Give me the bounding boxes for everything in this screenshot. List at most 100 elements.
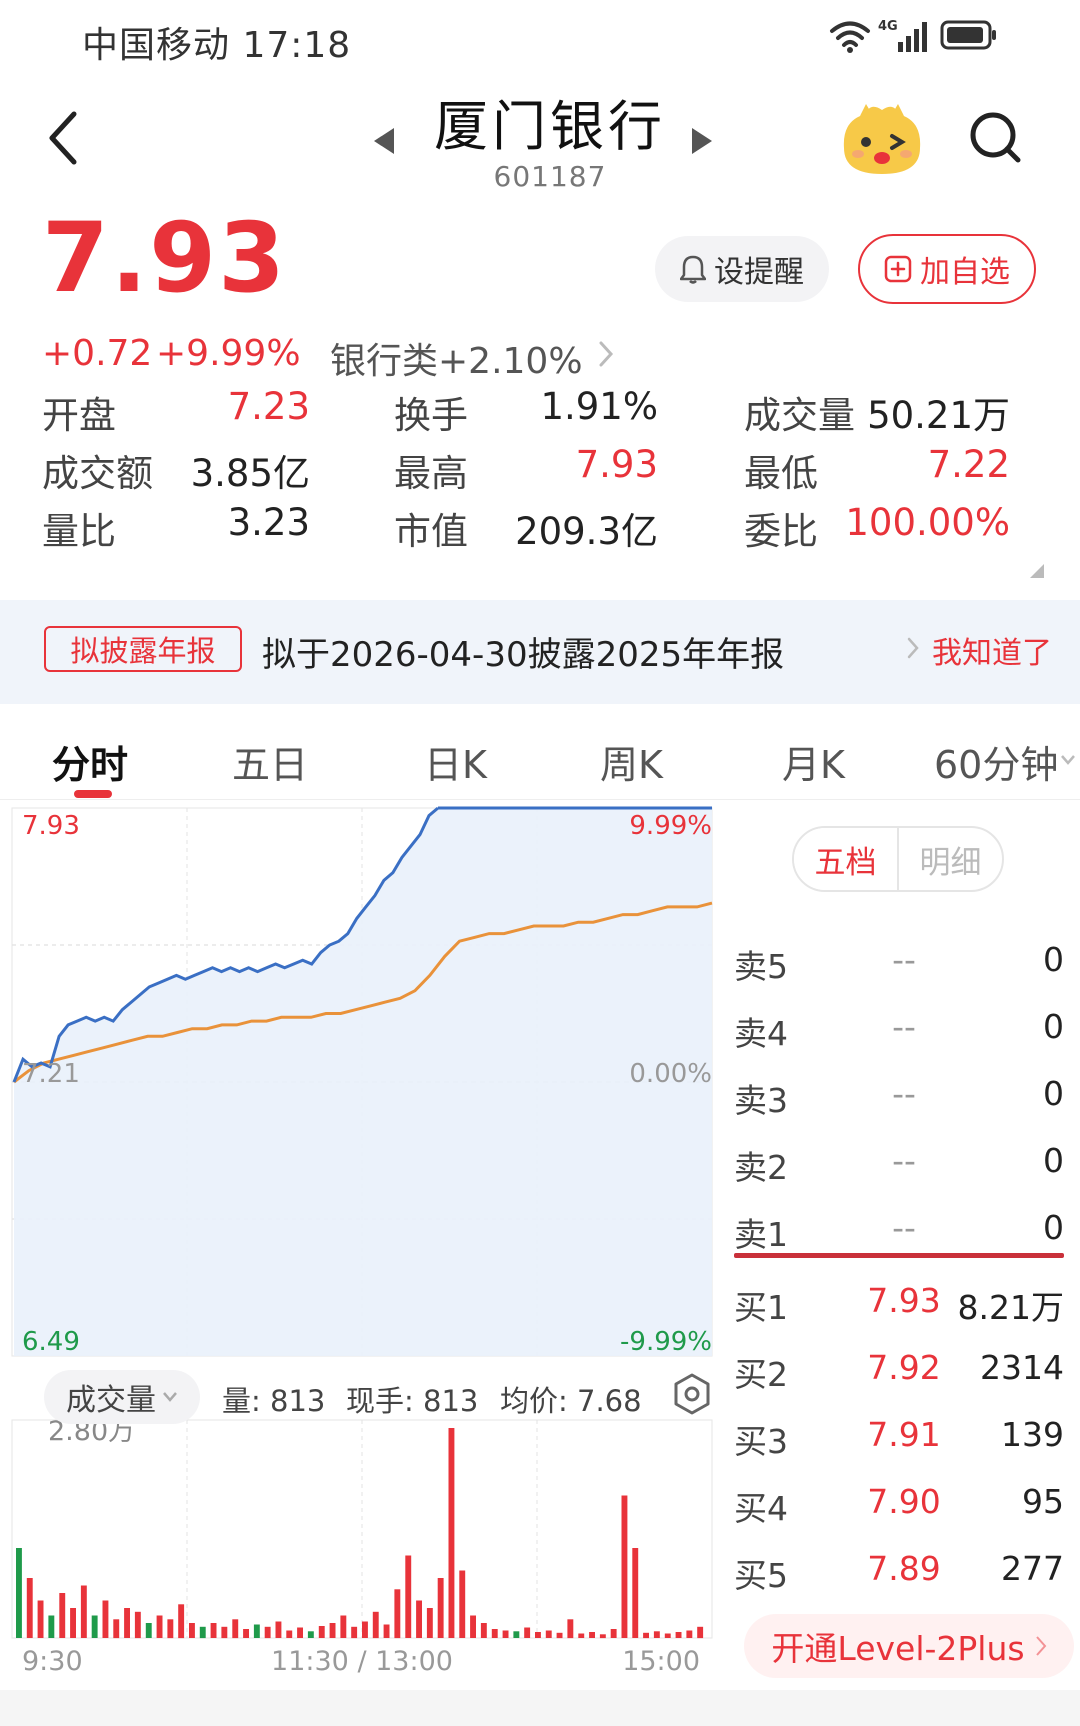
tab-weekly-k[interactable]: 周K bbox=[600, 734, 663, 789]
price-axis-bottom: 6.49 bbox=[22, 1327, 80, 1357]
bell-icon bbox=[680, 255, 706, 284]
ask-label: 卖5 bbox=[734, 947, 788, 986]
volume-bar bbox=[459, 1570, 466, 1638]
ask-volume: 0 bbox=[1043, 1141, 1064, 1180]
volume-bar bbox=[199, 1626, 206, 1639]
volume-bar bbox=[91, 1615, 98, 1638]
price-change: +0.72 bbox=[42, 333, 153, 374]
notice-dismiss-button[interactable]: 我知道了 bbox=[932, 628, 1052, 672]
bid-price: 7.90 bbox=[867, 1482, 941, 1521]
bid-volume: 95 bbox=[1022, 1482, 1064, 1521]
level2-label: 开通Level-2Plus bbox=[771, 1629, 1025, 1668]
volume-bar bbox=[545, 1630, 552, 1638]
volume-bar bbox=[232, 1619, 239, 1639]
bid-label: 买2 bbox=[734, 1355, 788, 1394]
tab-monthly-k[interactable]: 月K bbox=[782, 734, 845, 789]
tab-details[interactable]: 明细 bbox=[899, 828, 1002, 890]
order-book-divider bbox=[734, 1253, 1064, 1258]
bid-price: 7.91 bbox=[867, 1415, 941, 1454]
status-time: 17:18 bbox=[242, 25, 352, 66]
tab-daily-k[interactable]: 日K bbox=[424, 734, 487, 789]
chevron-right-icon bbox=[907, 637, 919, 659]
volume-bar bbox=[448, 1428, 455, 1638]
set-alert-button[interactable]: 设提醒 bbox=[655, 236, 829, 302]
set-alert-label: 设提醒 bbox=[714, 255, 804, 290]
mascot-icon[interactable] bbox=[836, 100, 928, 178]
settings-icon[interactable] bbox=[672, 1372, 712, 1416]
ask-row: 卖1 -- 0 bbox=[734, 1200, 1064, 1260]
bid-price: 7.89 bbox=[867, 1549, 941, 1588]
volume-bar bbox=[513, 1631, 520, 1638]
signal-icon: 4G bbox=[878, 19, 927, 52]
search-icon[interactable] bbox=[968, 110, 1024, 166]
expand-corner-icon[interactable] bbox=[1030, 564, 1044, 578]
volume-bar bbox=[329, 1623, 336, 1638]
sector-link[interactable]: 银行类+2.10% bbox=[330, 332, 583, 384]
volume-bar bbox=[178, 1604, 185, 1639]
ask-price: -- bbox=[892, 1007, 916, 1046]
stock-code: 601187 bbox=[493, 160, 607, 193]
carrier-name: 中国移动 bbox=[82, 25, 231, 66]
volume-bar bbox=[113, 1619, 120, 1639]
volume-bar bbox=[621, 1495, 628, 1638]
chart-period-tabs: 分时 五日 日K 周K 月K 60分钟 bbox=[0, 716, 1080, 800]
x-tick-open: 9:30 bbox=[22, 1646, 83, 1677]
volume-bar bbox=[383, 1624, 390, 1638]
current-price: 7.93 bbox=[42, 202, 287, 314]
volume-bar bbox=[167, 1619, 174, 1639]
volume-bar bbox=[70, 1608, 76, 1638]
bid-volume: 139 bbox=[1001, 1415, 1064, 1454]
network-type: 4G bbox=[878, 19, 898, 34]
volume-bar bbox=[318, 1626, 325, 1638]
pct-axis-bottom: -9.99% bbox=[620, 1327, 712, 1357]
intraday-chart[interactable]: 7.93 7.21 6.49 9.99% 0.00% -9.99% 2.80万 … bbox=[0, 800, 730, 1690]
add-watchlist-button[interactable]: 加自选 bbox=[858, 234, 1036, 304]
order-book-tabs: 五档 明细 bbox=[792, 826, 1004, 892]
tab-five-day[interactable]: 五日 bbox=[232, 734, 308, 789]
volume-bar bbox=[26, 1578, 33, 1638]
stat-value: 100.00% bbox=[845, 501, 1010, 544]
x-tick-midday: 11:30 / 13:00 bbox=[271, 1646, 453, 1677]
ask-label: 卖4 bbox=[734, 1014, 788, 1053]
chevron-down-icon[interactable] bbox=[1060, 754, 1076, 766]
volume-bar bbox=[362, 1621, 368, 1638]
pct-axis-mid: 0.00% bbox=[629, 1059, 712, 1089]
volume-bar bbox=[610, 1629, 617, 1638]
stat-value: 50.21万 bbox=[867, 394, 1010, 437]
back-icon[interactable] bbox=[44, 110, 84, 166]
chevron-right-icon bbox=[599, 341, 614, 367]
price-axis-top: 7.93 bbox=[22, 811, 80, 841]
volume-indicator-selector[interactable]: 成交量 bbox=[44, 1370, 200, 1424]
next-stock-icon[interactable] bbox=[690, 126, 714, 156]
status-bar: 中国移动 17:18 4G bbox=[0, 0, 1080, 76]
volume-bar bbox=[664, 1633, 671, 1638]
ask-label: 卖2 bbox=[734, 1148, 788, 1187]
volume-bar bbox=[535, 1632, 541, 1638]
volume-bar bbox=[189, 1623, 195, 1638]
tab-intraday[interactable]: 分时 bbox=[52, 734, 128, 789]
volume-bar bbox=[37, 1600, 44, 1638]
prev-stock-icon[interactable] bbox=[372, 126, 396, 156]
volume-bar bbox=[102, 1600, 109, 1638]
volume-bar bbox=[80, 1585, 87, 1638]
stat-label: 市值 bbox=[394, 510, 468, 553]
bid-label: 买3 bbox=[734, 1422, 788, 1461]
volume-avg-price: 均价: 7.68 bbox=[500, 1384, 642, 1418]
bid-row: 买2 7.92 2314 bbox=[734, 1340, 1064, 1400]
volume-bar bbox=[394, 1589, 401, 1639]
volume-bar bbox=[210, 1623, 217, 1638]
tab-five-levels[interactable]: 五档 bbox=[794, 828, 899, 890]
volume-bar bbox=[145, 1623, 152, 1638]
tab-60-minute[interactable]: 60分钟 bbox=[934, 734, 1058, 789]
volume-bar bbox=[502, 1630, 509, 1638]
bid-price: 7.93 bbox=[867, 1281, 941, 1320]
volume-bar bbox=[524, 1627, 531, 1638]
annual-report-notice: 拟披露年报 拟于2026-04-30披露2025年年报 我知道了 bbox=[0, 600, 1080, 704]
volume-bar bbox=[297, 1627, 303, 1638]
volume-bars bbox=[16, 1428, 704, 1639]
volume-bar bbox=[589, 1632, 595, 1638]
volume-bar bbox=[48, 1615, 55, 1638]
price-change-percent: +9.99% bbox=[156, 333, 301, 374]
bid-label: 买5 bbox=[734, 1556, 788, 1595]
level2-upgrade-button[interactable]: 开通Level-2Plus bbox=[744, 1614, 1074, 1678]
